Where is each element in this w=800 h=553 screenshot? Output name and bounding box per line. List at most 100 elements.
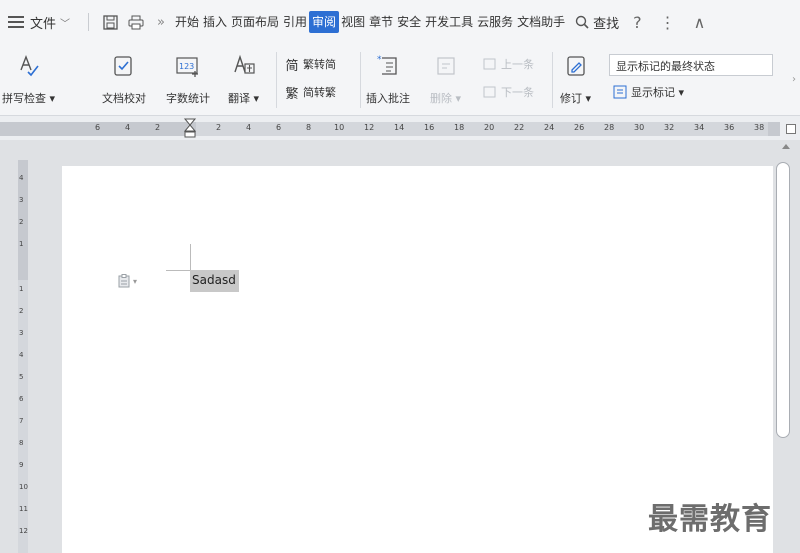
word-count-button[interactable]: 123 字数统计 (166, 52, 210, 106)
more-icon[interactable]: » (157, 15, 165, 30)
help-icon[interactable]: ? (633, 13, 642, 32)
delete-comment-icon (432, 52, 460, 80)
ruler-label: 38 (754, 123, 765, 132)
track-changes-label: 修订 (560, 92, 582, 105)
tab-doc-assistant[interactable]: 文档助手 (515, 11, 567, 33)
ruler-label: 28 (604, 123, 615, 132)
vruler-label: 8 (19, 439, 24, 447)
ruler-label: 2 (216, 123, 222, 132)
vruler-label: 10 (19, 483, 28, 491)
vruler-label: 5 (19, 373, 24, 381)
tab-page-layout[interactable]: 页面布局 (229, 11, 281, 33)
spell-check-label: 拼写检查 (2, 92, 46, 105)
next-comment-icon (482, 84, 498, 100)
watermark: 最需教育 (648, 502, 772, 537)
vruler-label: 6 (19, 395, 24, 403)
ruler-label: 30 (634, 123, 645, 132)
markup-state-select[interactable]: 显示标记的最终状态 (609, 54, 773, 76)
spell-check-button[interactable]: 拼写检查 ▾ (2, 52, 55, 106)
vruler-label: 11 (19, 505, 28, 513)
separator (88, 13, 90, 31)
ruler-label: 6 (276, 123, 282, 132)
tab-security[interactable]: 安全 (395, 11, 423, 33)
ruler-label: 34 (694, 123, 705, 132)
tab-cloud[interactable]: 云服务 (475, 11, 515, 33)
prev-comment-label: 上一条 (501, 58, 534, 71)
prev-comment-button[interactable]: 上一条 (482, 56, 534, 72)
insert-comment-icon: * (374, 52, 402, 80)
tab-insert[interactable]: 插入 (201, 11, 229, 33)
trad-to-simp-button[interactable]: 简 繁转简 (284, 56, 336, 74)
ribbon-scroll-right-icon[interactable]: › (792, 74, 796, 85)
word-count-icon: 123 (174, 52, 202, 80)
insert-comment-button[interactable]: * 插入批注 (366, 52, 410, 106)
separator (360, 52, 361, 108)
trad-to-simp-icon: 简 (285, 58, 299, 74)
translate-button[interactable]: 翻译 ▾ (228, 52, 259, 106)
horizontal-ruler[interactable]: 6 4 2 2 4 6 8 10 12 14 16 18 20 22 24 26… (0, 116, 800, 140)
translate-label: 翻译 (228, 92, 250, 105)
ruler-label: 10 (334, 123, 345, 132)
menu-bar: 文件 ﹀ » 开始 插入 页面布局 引用 审阅 视图 章节 安全 开发工具 云服… (0, 0, 800, 44)
ruler-label: 24 (544, 123, 555, 132)
ruler-label: 36 (724, 123, 735, 132)
svg-text:123: 123 (179, 62, 194, 71)
ruler-label: 22 (514, 123, 525, 132)
simp-to-trad-icon: 繁 (285, 86, 299, 102)
tab-references[interactable]: 引用 (281, 11, 309, 33)
spell-check-icon (15, 52, 43, 80)
delete-comment-button[interactable]: 删除 ▾ (430, 52, 461, 106)
ruler-text-area (196, 122, 768, 136)
tab-section[interactable]: 章节 (367, 11, 395, 33)
vruler-label: 7 (19, 417, 24, 425)
tab-developer[interactable]: 开发工具 (423, 11, 475, 33)
review-ribbon: 拼写检查 ▾ 文档校对 123 字数统计 翻译 ▾ 简 繁转简 繁 简转繁 * … (0, 44, 800, 116)
vruler-label: 1 (19, 240, 24, 248)
ruler-label: 4 (246, 123, 252, 132)
search-icon[interactable] (575, 15, 589, 29)
simp-to-trad-button[interactable]: 繁 简转繁 (284, 84, 336, 102)
translate-icon (230, 52, 258, 80)
doc-proofread-button[interactable]: 文档校对 (102, 52, 146, 106)
simp-to-trad-label: 简转繁 (303, 86, 336, 99)
separator (552, 52, 553, 108)
vruler-label: 12 (19, 527, 28, 535)
vertical-scrollbar[interactable] (774, 140, 800, 553)
word-count-label: 字数统计 (166, 92, 210, 105)
save-icon[interactable] (101, 13, 119, 31)
ruler-toggle-icon[interactable] (786, 124, 796, 134)
ruler-label: 2 (155, 123, 161, 132)
scrollbar-thumb[interactable] (776, 162, 790, 438)
indent-marker-icon[interactable] (183, 118, 197, 138)
trad-to-simp-label: 繁转简 (303, 58, 336, 71)
ruler-label: 6 (95, 123, 101, 132)
vruler-label: 4 (19, 351, 24, 359)
show-markup-label: 显示标记 (631, 86, 675, 99)
insert-comment-label: 插入批注 (366, 92, 410, 105)
scroll-up-icon[interactable] (782, 144, 790, 149)
ruler-label: 16 (424, 123, 435, 132)
delete-comment-label: 删除 (430, 92, 452, 105)
more-options-icon[interactable]: ⋮ (660, 13, 676, 32)
vruler-label: 2 (19, 218, 24, 226)
next-comment-button[interactable]: 下一条 (482, 84, 534, 100)
ruler-label: 12 (364, 123, 375, 132)
tab-home[interactable]: 开始 (173, 11, 201, 33)
paste-options-icon[interactable]: ▾ (118, 274, 137, 288)
tab-view[interactable]: 视图 (339, 11, 367, 33)
margin-corner-mark (166, 270, 190, 271)
vruler-label: 1 (19, 285, 24, 293)
prev-comment-icon (482, 56, 498, 72)
chevron-down-icon[interactable]: ﹀ (60, 15, 70, 30)
show-markup-button[interactable]: 显示标记 ▾ (612, 84, 684, 100)
vruler-label: 3 (19, 329, 24, 337)
tab-review[interactable]: 审阅 (309, 11, 340, 33)
vertical-ruler[interactable]: 4 3 2 1 1 2 3 4 5 6 7 8 9 10 11 12 (0, 140, 30, 553)
file-menu[interactable]: 文件 (30, 13, 56, 32)
hamburger-menu-icon[interactable] (8, 16, 24, 28)
print-icon[interactable] (127, 13, 145, 31)
collapse-ribbon-icon[interactable]: ∧ (694, 13, 706, 32)
search-label[interactable]: 查找 (593, 13, 619, 32)
track-changes-button[interactable]: 修订 ▾ (560, 52, 591, 106)
selected-text[interactable]: Sadasd (190, 270, 239, 292)
